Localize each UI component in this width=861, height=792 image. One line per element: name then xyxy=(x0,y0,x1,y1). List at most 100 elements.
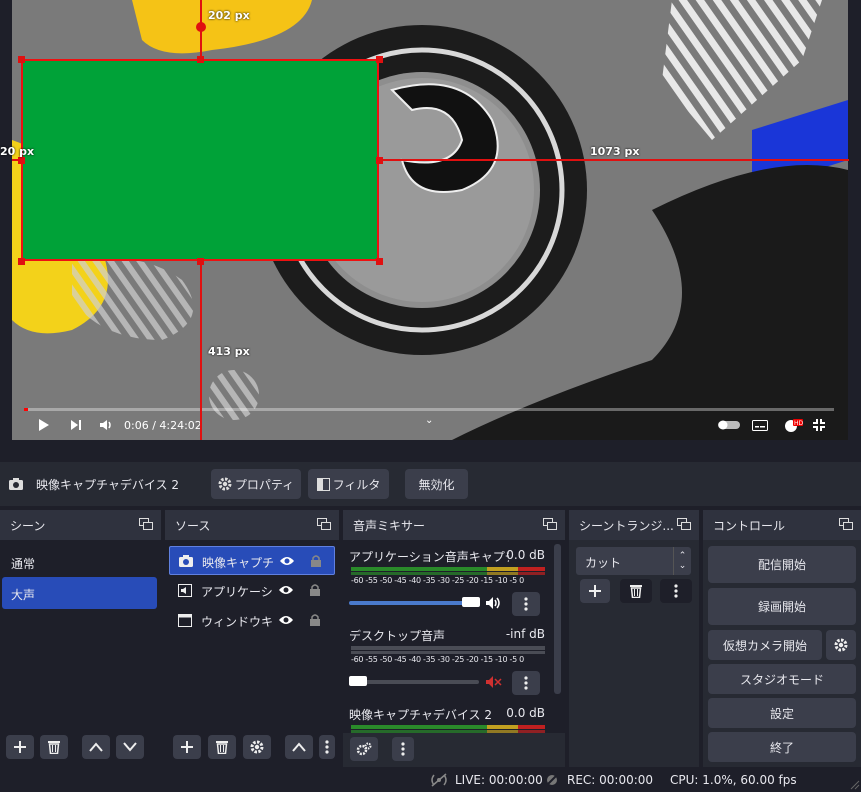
undock-icon[interactable] xyxy=(139,518,153,530)
gear-icon xyxy=(834,638,848,652)
move-scene-down-button[interactable] xyxy=(116,735,144,759)
add-source-button[interactable] xyxy=(173,735,201,759)
move-source-up-button[interactable] xyxy=(285,735,313,759)
resize-handle-l[interactable] xyxy=(18,157,25,164)
volume-slider[interactable] xyxy=(349,680,479,684)
subtitles-icon[interactable] xyxy=(752,420,768,434)
undock-icon[interactable] xyxy=(839,518,853,530)
controls-dock-title: コントロール xyxy=(703,510,861,540)
volume-slider[interactable] xyxy=(349,601,469,605)
speaker-icon[interactable] xyxy=(485,596,503,610)
video-progress-bar[interactable] xyxy=(24,408,834,411)
stream-offline-icon xyxy=(431,773,447,787)
selected-source-box[interactable] xyxy=(21,59,379,261)
channel-name: アプリケーション音声キャプチャ ( xyxy=(349,550,509,564)
lock-icon[interactable] xyxy=(309,613,321,627)
resize-handle-t[interactable] xyxy=(197,56,204,63)
record-off-icon xyxy=(545,773,559,787)
start-virtual-camera-button[interactable]: 仮想カメラ開始 xyxy=(708,630,822,660)
settings-hd-icon[interactable]: HD xyxy=(783,418,804,435)
speaker-window-icon xyxy=(178,584,192,597)
eye-icon[interactable] xyxy=(278,584,294,596)
mixer-channel: 映像キャプチャデバイス 2 0.0 dB xyxy=(343,704,553,734)
live-time: LIVE: 00:00:00 xyxy=(455,773,543,787)
undock-icon[interactable] xyxy=(317,518,331,530)
filters-button[interactable]: フィルタ xyxy=(308,469,389,499)
chevron-down-icon[interactable]: ⌄ xyxy=(425,415,433,426)
guide-line-right xyxy=(379,159,849,161)
autoplay-toggle-icon[interactable] xyxy=(718,420,740,433)
properties-button[interactable]: プロパティ xyxy=(211,469,301,499)
source-properties-button[interactable] xyxy=(243,735,271,759)
scene-item[interactable]: 通常 xyxy=(2,546,157,577)
channel-db: -inf dB xyxy=(505,627,545,641)
eye-icon[interactable] xyxy=(278,614,294,626)
play-icon[interactable] xyxy=(38,418,50,435)
source-item-selected[interactable]: 映像キャプチャ xyxy=(169,546,335,575)
resize-handle-b[interactable] xyxy=(197,258,204,265)
plus-icon xyxy=(589,585,601,597)
volume-icon[interactable] xyxy=(99,419,113,434)
resize-handle-tr[interactable] xyxy=(376,56,383,63)
controls-title: コントロール xyxy=(713,518,786,533)
channel-db: 0.0 dB xyxy=(506,548,545,562)
source-item[interactable]: アプリケーション xyxy=(169,576,335,605)
mixer-menu-button[interactable] xyxy=(392,737,414,761)
fullscreen-exit-icon[interactable] xyxy=(812,418,826,435)
resize-handle-bl[interactable] xyxy=(18,258,25,265)
start-streaming-button[interactable]: 配信開始 xyxy=(708,546,856,583)
eye-icon[interactable] xyxy=(279,555,295,567)
transition-select[interactable]: カット ⌃ ⌄ xyxy=(576,547,691,575)
remove-scene-button[interactable] xyxy=(40,735,68,759)
settings-button[interactable]: 設定 xyxy=(708,698,856,728)
channel-menu-button[interactable] xyxy=(512,592,540,616)
transition-menu-button[interactable] xyxy=(660,579,692,603)
chevron-up-icon xyxy=(89,742,103,752)
sources-title: ソース xyxy=(175,518,211,533)
undock-icon[interactable] xyxy=(543,518,557,530)
resize-handle-br[interactable] xyxy=(376,258,383,265)
controls-dock: コントロール 配信開始 録画開始 仮想カメラ開始 スタジオモード 設定 終了 xyxy=(703,510,861,767)
advanced-audio-button[interactable] xyxy=(350,737,378,761)
preview-area[interactable]: 0:06 / 4:24:02 ⌄ HD 202 px 20 px 1073 px xyxy=(0,0,861,458)
resize-handle-r[interactable] xyxy=(376,157,383,164)
scenes-dock: シーン 通常 大声 xyxy=(0,510,161,767)
filters-label: フィルタ xyxy=(332,477,381,492)
move-scene-up-button[interactable] xyxy=(82,735,110,759)
virtual-camera-settings-button[interactable] xyxy=(826,630,856,660)
more-vertical-icon xyxy=(401,742,405,756)
scene-item-selected[interactable]: 大声 xyxy=(2,577,157,609)
muted-speaker-icon[interactable] xyxy=(485,675,503,689)
remove-transition-button[interactable] xyxy=(620,579,652,603)
disable-button[interactable]: 無効化 xyxy=(405,469,468,499)
add-scene-button[interactable] xyxy=(6,735,34,759)
start-recording-button[interactable]: 録画開始 xyxy=(708,588,856,625)
gears-icon xyxy=(356,742,372,756)
mixer-scrollbar[interactable] xyxy=(554,544,561,694)
lock-icon[interactable] xyxy=(309,583,321,597)
lock-icon[interactable] xyxy=(310,554,322,568)
volume-slider-handle[interactable] xyxy=(349,676,367,686)
exit-button[interactable]: 終了 xyxy=(708,732,856,762)
source-menu-button[interactable] xyxy=(319,735,335,759)
mixer-toolbar xyxy=(343,733,565,767)
resize-grip-icon[interactable] xyxy=(848,778,860,790)
studio-mode-button[interactable]: スタジオモード xyxy=(708,664,856,694)
meter-scale: -60 -55 -50 -45 -40 -35 -30 -25 -20 -15 … xyxy=(351,655,524,664)
resize-handle-tl[interactable] xyxy=(18,56,25,63)
channel-menu-button[interactable] xyxy=(512,671,540,695)
undock-icon[interactable] xyxy=(677,518,691,530)
source-item[interactable]: ウィンドウキャプ xyxy=(169,606,335,635)
plus-icon xyxy=(181,741,193,753)
transition-select-value: カット xyxy=(585,556,622,570)
next-icon[interactable] xyxy=(70,419,82,434)
add-transition-button[interactable] xyxy=(580,579,610,603)
remove-source-button[interactable] xyxy=(208,735,236,759)
volume-meter xyxy=(351,725,545,729)
volume-slider-handle[interactable] xyxy=(462,597,480,607)
cpu-fps: CPU: 1.0%, 60.00 fps xyxy=(670,773,797,787)
more-vertical-icon xyxy=(674,584,678,598)
audio-mixer-dock: 音声ミキサー アプリケーション音声キャプチャ ( 0.0 dB -60 -55 … xyxy=(343,510,565,767)
spinner-arrows-icon[interactable]: ⌃ ⌄ xyxy=(673,547,691,575)
gear-icon xyxy=(218,477,232,491)
